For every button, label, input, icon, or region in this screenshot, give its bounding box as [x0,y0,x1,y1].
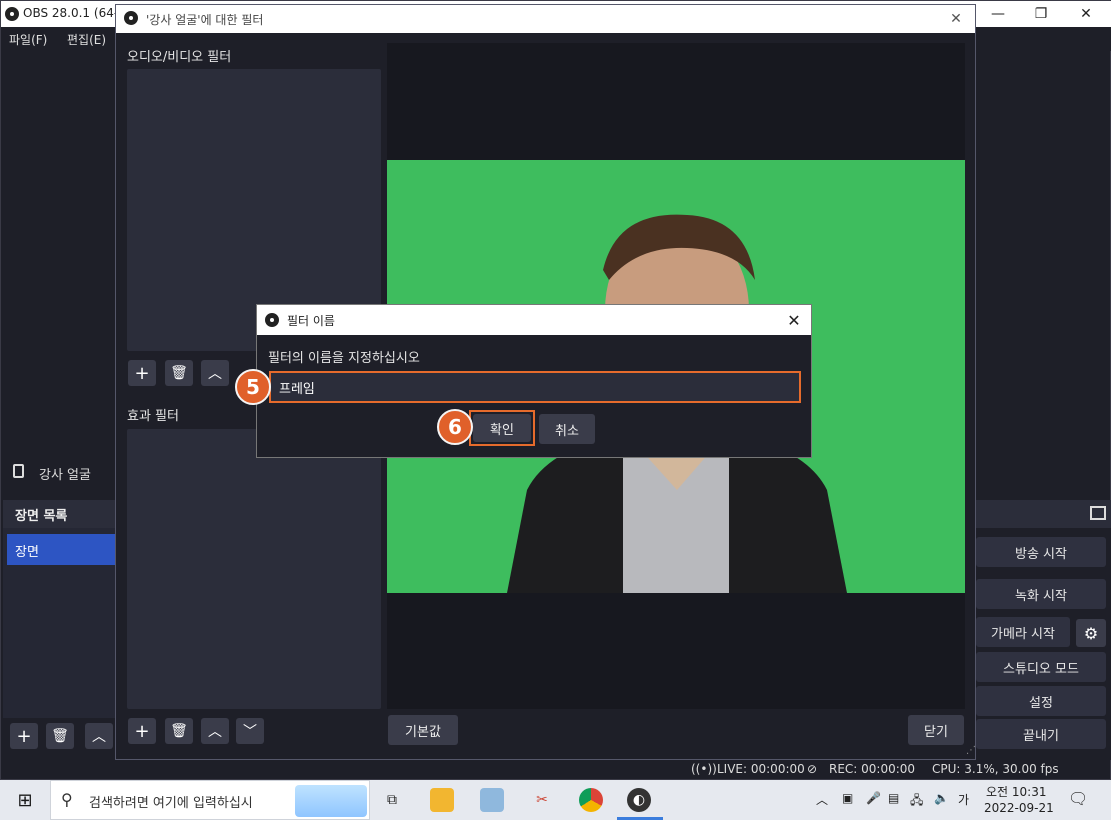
start-streaming-button[interactable]: 방송 시작 [976,537,1106,567]
controls-header [976,500,1111,528]
menu-edit[interactable]: 편집(E) [67,31,106,48]
move-effect-filter-up-icon[interactable]: ︿ [201,718,229,744]
filter-name-titlebar: 필터 이름 ✕ [257,305,811,335]
notification-icon[interactable]: 🗨 [1068,789,1088,808]
close-icon[interactable]: ✕ [938,5,974,33]
defaults-button[interactable]: 기본값 [388,715,458,745]
windows-start-icon[interactable]: ⊞ [13,788,37,812]
filter-name-dialog: 필터 이름 ✕ 필터의 이름을 지정하십시오 확인 취소 [256,304,812,458]
add-scene-button[interactable]: + [10,723,38,749]
chevron-up-icon[interactable]: ︿ [816,791,828,808]
remove-scene-trash-icon[interactable]: 🗑 [46,723,74,749]
search-icon: ⚲ [61,790,73,809]
add-av-filter-button[interactable]: + [128,360,156,386]
status-bar: ((•)) LIVE: 00:00:00 ⊘ REC: 00:00:00 CPU… [681,760,1111,780]
screen-share-icon[interactable]: ▤ [888,791,899,805]
add-effect-filter-button[interactable]: + [128,718,156,744]
obs-logo-icon [5,7,19,21]
source-label: 강사 얼굴 [39,468,91,483]
broadcast-icon: ((•)) [691,762,717,776]
resize-grip-icon[interactable]: ⋰ [966,745,976,756]
gear-icon[interactable]: ⚙ [1076,619,1106,647]
source-item[interactable]: 강사 얼굴 [1,456,116,488]
clock-date[interactable]: 2022-09-21 [984,801,1054,815]
move-scene-up-icon[interactable]: ︿ [85,723,113,749]
filter-name-input[interactable] [269,371,801,403]
close-icon[interactable]: ✕ [1063,1,1109,27]
taskbar-search-box[interactable]: ⚲ 검색하려면 여기에 입력하십시 [50,780,370,820]
obs-window-title: OBS 28.0.1 (64- [23,6,119,20]
cpu-status: CPU: 3.1%, 30.00 fps [932,762,1059,776]
effect-filters-label: 효과 필터 [127,409,179,424]
effect-filters-list[interactable] [127,429,381,709]
system-tray: ︿ ▣ 🎤 ▤ 🖧 🔈 가 오전 10:31 2022-09-21 🗨 [810,780,1111,820]
volume-icon[interactable]: 🔈 [934,791,949,805]
obs-taskbar-icon[interactable]: ◐ [627,788,651,812]
rec-icon: ⊘ [807,762,818,776]
scenes-header: 장면 목록 [3,500,116,528]
restore-icon[interactable]: ❐ [1018,1,1064,27]
ok-button[interactable]: 확인 [473,414,531,442]
live-status: LIVE: 00:00:00 [717,762,805,776]
filters-dialog-title: '강사 얼굴'에 대한 필터 [146,13,264,27]
scene-list-item[interactable]: 장면 [7,534,116,565]
undock-icon[interactable] [1090,506,1106,520]
start-recording-button[interactable]: 녹화 시작 [976,579,1106,609]
close-icon[interactable]: ✕ [777,305,811,335]
settings-button[interactable]: 설정 [976,686,1106,716]
ime-indicator[interactable]: 가 [958,791,969,808]
scenes-header-label: 장면 목록 [15,509,68,524]
microphone-icon[interactable]: 🎤 [866,791,881,805]
step-5-badge: 5 [235,369,271,405]
search-highlight-image [295,785,367,817]
scene-item-label: 장면 [15,545,39,560]
menu-file[interactable]: 파일(F) [9,31,47,48]
filters-titlebar: '강사 얼굴'에 대한 필터 ✕ [116,5,975,33]
file-explorer-icon[interactable] [430,788,454,812]
step-6-badge: 6 [437,409,473,445]
snipping-tool-icon[interactable]: ✂ [530,788,554,812]
studio-mode-button[interactable]: 스튜디오 모드 [976,652,1106,682]
close-button[interactable]: 닫기 [908,715,964,745]
filter-name-prompt: 필터의 이름을 지정하십시오 [268,351,420,366]
chrome-icon[interactable] [579,788,603,812]
minimize-icon[interactable]: — [975,1,1021,27]
exit-button[interactable]: 끝내기 [976,719,1106,749]
file-icon [13,464,24,478]
remove-av-filter-trash-icon[interactable]: 🗑 [165,360,193,386]
rec-status: REC: 00:00:00 [829,762,916,776]
start-virtual-camera-button[interactable]: 가메라 시작 [976,617,1070,647]
windows-taskbar: ⊞ ⚲ 검색하려면 여기에 입력하십시 ⧉ ✂ ◐ ︿ ▣ 🎤 ▤ 🖧 🔈 가 … [0,780,1111,820]
task-view-icon[interactable]: ⧉ [380,788,404,812]
move-effect-filter-down-icon[interactable]: ﹀ [236,718,264,744]
clock-time[interactable]: 오전 10:31 [986,783,1046,800]
notepad-icon[interactable] [480,788,504,812]
cancel-button[interactable]: 취소 [539,414,595,444]
move-av-filter-up-icon[interactable]: ︿ [201,360,229,386]
obs-logo-icon [265,313,279,327]
filter-name-dialog-title: 필터 이름 [287,314,335,328]
remove-effect-filter-trash-icon[interactable]: 🗑 [165,718,193,744]
network-icon[interactable]: 🖧 [910,791,923,812]
meet-now-icon[interactable]: ▣ [842,791,853,805]
search-placeholder: 검색하려면 여기에 입력하십시 [89,796,253,811]
obs-logo-icon [124,11,138,25]
av-filters-label: 오디오/비디오 필터 [127,50,232,65]
